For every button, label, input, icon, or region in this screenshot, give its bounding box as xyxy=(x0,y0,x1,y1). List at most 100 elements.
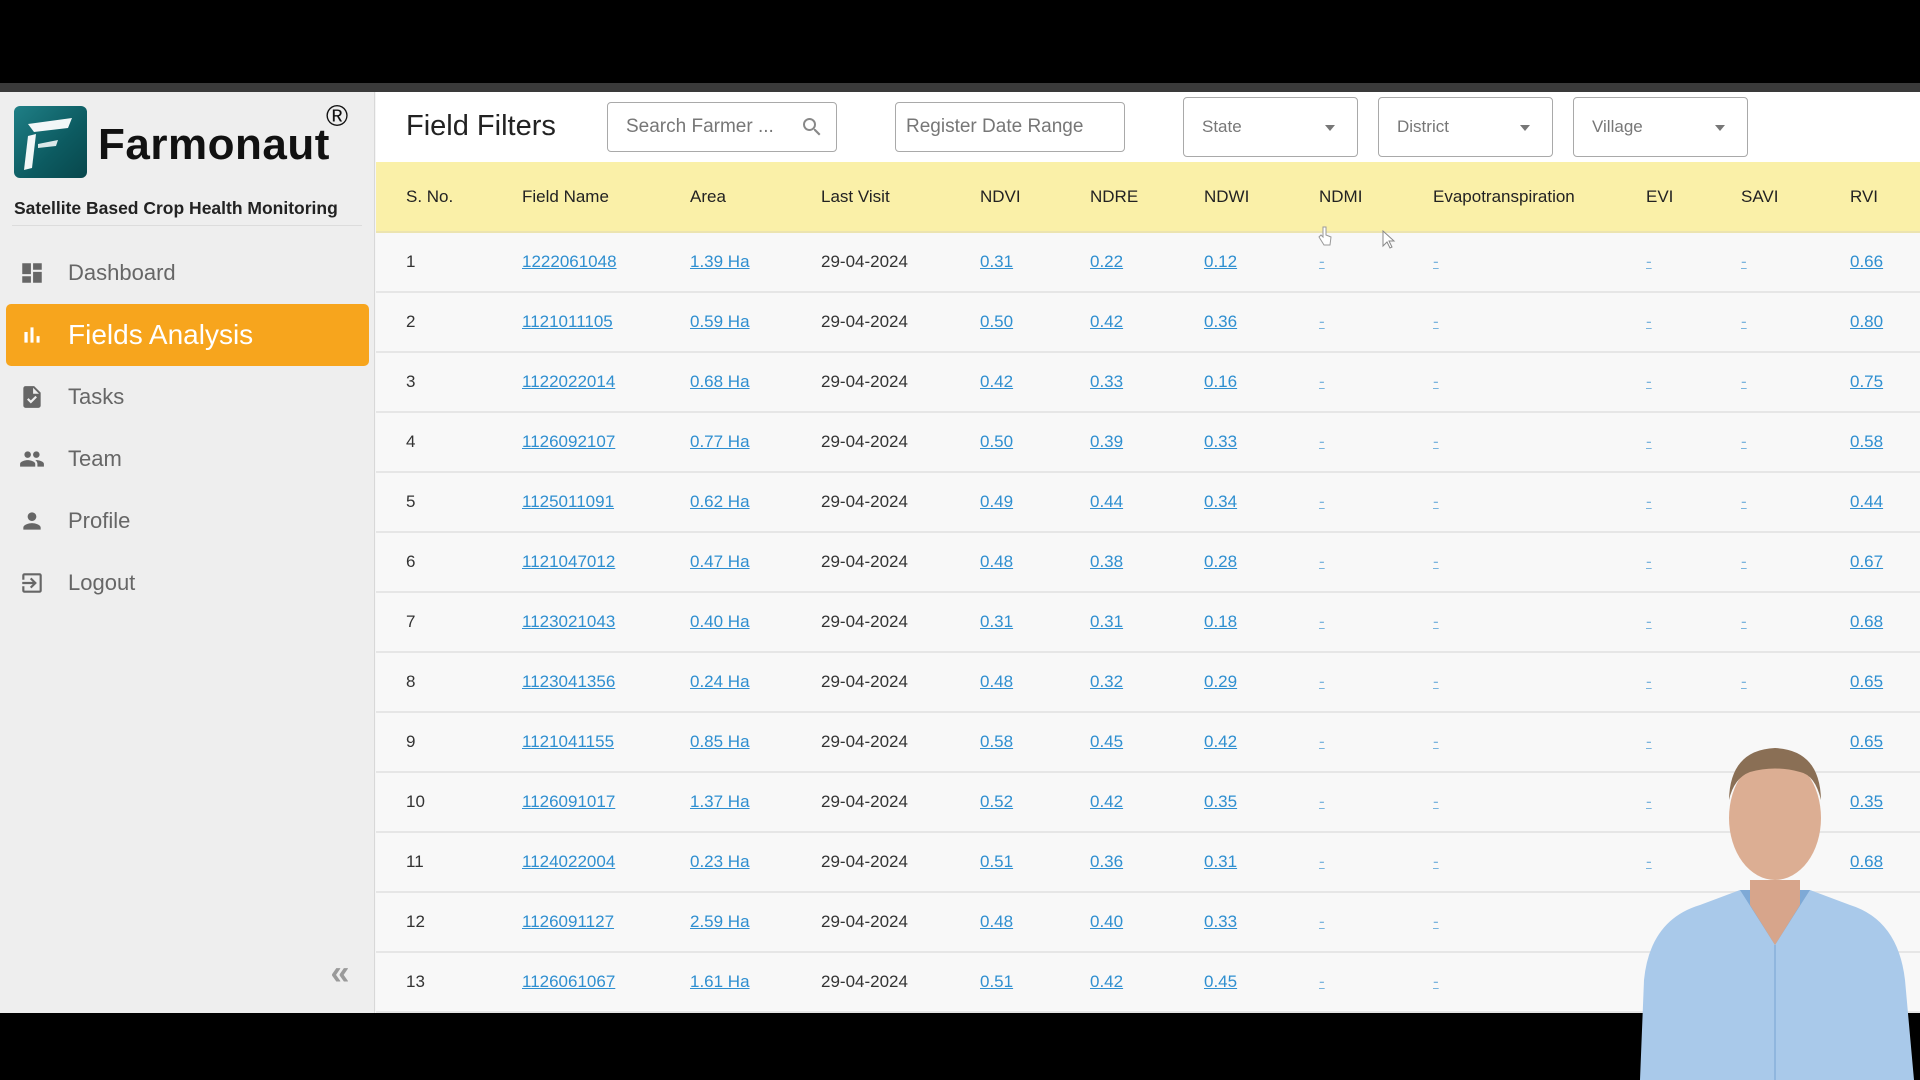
ndwi-link[interactable]: 0.16 xyxy=(1204,372,1237,391)
evi-link[interactable]: - xyxy=(1646,432,1652,451)
savi-link[interactable]: - xyxy=(1741,612,1747,631)
evapotranspiration-link[interactable]: - xyxy=(1433,492,1439,511)
evapotranspiration-link[interactable]: - xyxy=(1433,612,1439,631)
ndwi-link[interactable]: 0.33 xyxy=(1204,912,1237,931)
savi-link[interactable]: - xyxy=(1741,432,1747,451)
field-name-link[interactable]: 1121011105 xyxy=(522,312,613,331)
evi-link[interactable]: - xyxy=(1646,612,1652,631)
area-link[interactable]: 1.37 Ha xyxy=(690,792,750,811)
ndmi-link[interactable]: - xyxy=(1319,732,1325,751)
ndmi-link[interactable]: - xyxy=(1319,972,1325,991)
field-name-link[interactable]: 1122022014 xyxy=(522,372,615,391)
ndwi-link[interactable]: 0.35 xyxy=(1204,792,1237,811)
ndvi-link[interactable]: 0.42 xyxy=(980,372,1013,391)
ndre-link[interactable]: 0.42 xyxy=(1090,312,1123,331)
ndwi-link[interactable]: 0.45 xyxy=(1204,972,1237,991)
rvi-link[interactable]: 0.66 xyxy=(1850,252,1883,271)
evi-link[interactable]: - xyxy=(1646,492,1652,511)
rvi-link[interactable]: 0.80 xyxy=(1850,312,1883,331)
brand-logo[interactable]: Farmonaut ® Satellite Based Crop Health … xyxy=(14,100,364,226)
area-link[interactable]: 0.59 Ha xyxy=(690,312,750,331)
ndvi-link[interactable]: 0.52 xyxy=(980,792,1013,811)
evapotranspiration-link[interactable]: - xyxy=(1433,312,1439,331)
search-farmer-input[interactable]: Search Farmer ... xyxy=(607,102,837,152)
ndre-link[interactable]: 0.22 xyxy=(1090,252,1123,271)
savi-link[interactable]: - xyxy=(1741,312,1747,331)
evi-link[interactable]: - xyxy=(1646,672,1652,691)
area-link[interactable]: 0.62 Ha xyxy=(690,492,750,511)
register-date-range-input[interactable]: Register Date Range xyxy=(895,102,1125,152)
savi-link[interactable]: - xyxy=(1741,552,1747,571)
ndwi-link[interactable]: 0.36 xyxy=(1204,312,1237,331)
field-name-link[interactable]: 1125011091 xyxy=(522,492,614,511)
area-link[interactable]: 0.68 Ha xyxy=(690,372,750,391)
ndre-link[interactable]: 0.45 xyxy=(1090,732,1123,751)
area-link[interactable]: 1.39 Ha xyxy=(690,252,750,271)
sidebar-item-dashboard[interactable]: Dashboard xyxy=(6,242,369,304)
rvi-link[interactable]: 0.58 xyxy=(1850,432,1883,451)
field-name-link[interactable]: 1126091127 xyxy=(522,912,614,931)
ndvi-link[interactable]: 0.49 xyxy=(980,492,1013,511)
ndmi-link[interactable]: - xyxy=(1319,552,1325,571)
field-name-link[interactable]: 1121047012 xyxy=(522,552,615,571)
ndmi-link[interactable]: - xyxy=(1319,792,1325,811)
field-name-link[interactable]: 1126091017 xyxy=(522,792,615,811)
ndvi-link[interactable]: 0.31 xyxy=(980,252,1013,271)
ndvi-link[interactable]: 0.58 xyxy=(980,732,1013,751)
ndmi-link[interactable]: - xyxy=(1319,912,1325,931)
savi-link[interactable]: - xyxy=(1741,372,1747,391)
ndre-link[interactable]: 0.39 xyxy=(1090,432,1123,451)
evapotranspiration-link[interactable]: - xyxy=(1433,432,1439,451)
rvi-link[interactable]: 0.67 xyxy=(1850,552,1883,571)
area-link[interactable]: 0.23 Ha xyxy=(690,852,750,871)
ndmi-link[interactable]: - xyxy=(1319,432,1325,451)
field-name-link[interactable]: 1123021043 xyxy=(522,612,615,631)
ndre-link[interactable]: 0.32 xyxy=(1090,672,1123,691)
ndwi-link[interactable]: 0.31 xyxy=(1204,852,1237,871)
ndwi-link[interactable]: 0.18 xyxy=(1204,612,1237,631)
ndvi-link[interactable]: 0.51 xyxy=(980,852,1013,871)
evapotranspiration-link[interactable]: - xyxy=(1433,252,1439,271)
ndmi-link[interactable]: - xyxy=(1319,852,1325,871)
field-name-link[interactable]: 1126061067 xyxy=(522,972,615,991)
sidebar-item-profile[interactable]: Profile xyxy=(6,490,369,552)
ndmi-link[interactable]: - xyxy=(1319,612,1325,631)
search-icon[interactable] xyxy=(800,115,824,139)
sidebar-item-team[interactable]: Team xyxy=(6,428,369,490)
savi-link[interactable]: - xyxy=(1741,672,1747,691)
field-name-link[interactable]: 1126092107 xyxy=(522,432,615,451)
ndvi-link[interactable]: 0.48 xyxy=(980,672,1013,691)
sidebar-item-tasks[interactable]: Tasks xyxy=(6,366,369,428)
ndvi-link[interactable]: 0.50 xyxy=(980,432,1013,451)
field-name-link[interactable]: 1121041155 xyxy=(522,732,614,751)
evapotranspiration-link[interactable]: - xyxy=(1433,552,1439,571)
ndvi-link[interactable]: 0.31 xyxy=(980,612,1013,631)
sidebar-item-logout[interactable]: Logout xyxy=(6,552,369,614)
area-link[interactable]: 0.47 Ha xyxy=(690,552,750,571)
ndmi-link[interactable]: - xyxy=(1319,672,1325,691)
ndre-link[interactable]: 0.44 xyxy=(1090,492,1123,511)
ndwi-link[interactable]: 0.28 xyxy=(1204,552,1237,571)
state-select[interactable]: State xyxy=(1183,97,1358,157)
area-link[interactable]: 2.59 Ha xyxy=(690,912,750,931)
area-link[interactable]: 0.85 Ha xyxy=(690,732,750,751)
area-link[interactable]: 1.61 Ha xyxy=(690,972,750,991)
field-name-link[interactable]: 1124022004 xyxy=(522,852,615,871)
district-select[interactable]: District xyxy=(1378,97,1553,157)
village-select[interactable]: Village xyxy=(1573,97,1748,157)
evapotranspiration-link[interactable]: - xyxy=(1433,852,1439,871)
ndwi-link[interactable]: 0.12 xyxy=(1204,252,1237,271)
evapotranspiration-link[interactable]: - xyxy=(1433,792,1439,811)
rvi-link[interactable]: 0.68 xyxy=(1850,612,1883,631)
ndwi-link[interactable]: 0.29 xyxy=(1204,672,1237,691)
ndmi-link[interactable]: - xyxy=(1319,372,1325,391)
ndvi-link[interactable]: 0.51 xyxy=(980,972,1013,991)
rvi-link[interactable]: 0.65 xyxy=(1850,672,1883,691)
ndre-link[interactable]: 0.31 xyxy=(1090,612,1123,631)
sidebar-item-fields-analysis[interactable]: Fields Analysis xyxy=(6,304,369,366)
area-link[interactable]: 0.40 Ha xyxy=(690,612,750,631)
savi-link[interactable]: - xyxy=(1741,492,1747,511)
area-link[interactable]: 0.24 Ha xyxy=(690,672,750,691)
ndre-link[interactable]: 0.40 xyxy=(1090,912,1123,931)
evapotranspiration-link[interactable]: - xyxy=(1433,372,1439,391)
